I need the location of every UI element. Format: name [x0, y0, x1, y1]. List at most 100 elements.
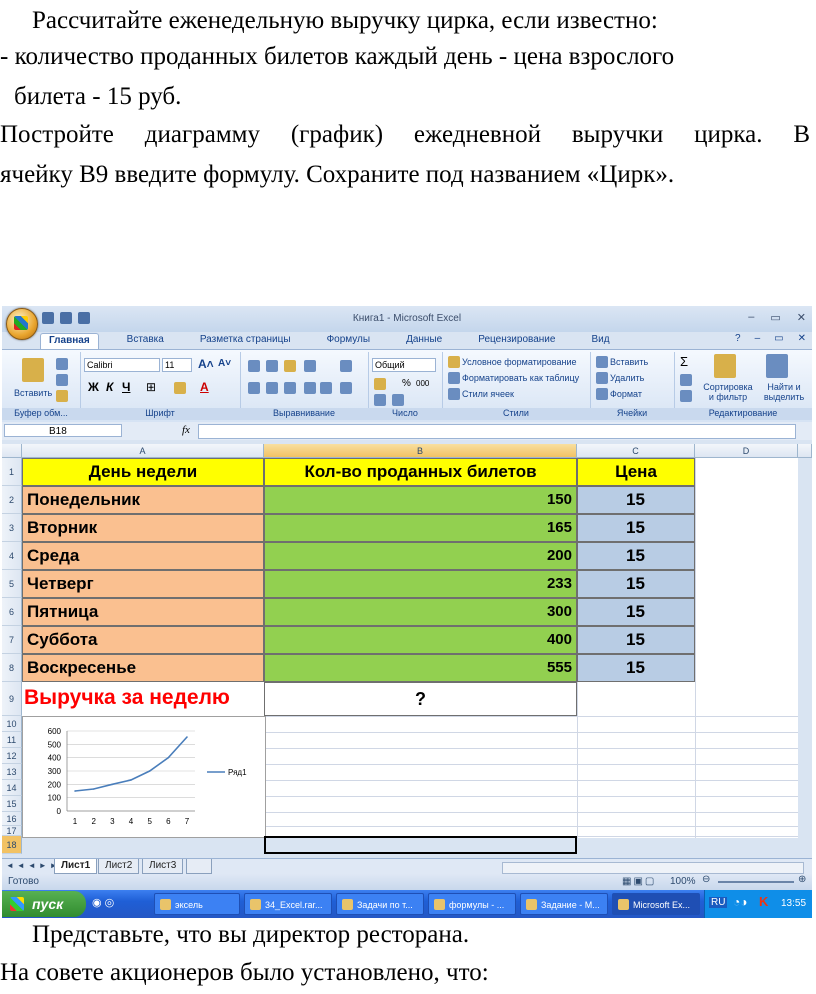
cell-day[interactable]: Вторник — [22, 514, 264, 542]
minimize-icon[interactable]: – — [748, 311, 754, 324]
fill-icon[interactable] — [680, 374, 692, 386]
row-header-15[interactable]: 15 — [2, 796, 22, 812]
vscroll-top[interactable] — [798, 444, 812, 458]
font-color-icon[interactable]: A — [200, 380, 209, 394]
conditional-formatting-button[interactable]: Условное форматирование — [462, 357, 577, 367]
row-header-3[interactable]: 3 — [2, 514, 22, 542]
tab-page-layout[interactable]: Разметка страницы — [192, 333, 299, 349]
sheet-tab-3[interactable]: Лист3 — [142, 859, 184, 874]
insert-sheet-icon[interactable] — [186, 859, 212, 874]
cell-price[interactable]: 15 — [577, 514, 695, 542]
sort-filter-button[interactable]: Сортировка и фильтр — [700, 382, 756, 402]
taskbar-item-excel-folder[interactable]: эксель — [154, 893, 240, 915]
row-header-13[interactable]: 13 — [2, 764, 22, 780]
maximize-icon[interactable]: ▭ — [770, 311, 780, 324]
name-box[interactable]: B18 — [4, 424, 122, 437]
quick-launch-icons[interactable]: ◉ ◎ — [92, 896, 114, 909]
wb-restore-icon[interactable]: ▭ — [774, 333, 783, 344]
language-indicator[interactable]: RU — [709, 897, 728, 908]
format-painter-icon[interactable] — [56, 390, 68, 402]
cell-day[interactable]: Суббота — [22, 626, 264, 654]
tab-insert[interactable]: Вставка — [119, 333, 172, 349]
row-header-2[interactable]: 2 — [2, 486, 22, 514]
italic-button[interactable]: К — [106, 380, 113, 394]
row-header-16[interactable]: 16 — [2, 812, 22, 826]
find-select-button[interactable]: Найти и выделить — [758, 382, 810, 402]
align-top-icon[interactable] — [248, 360, 260, 372]
increase-decimal-icon[interactable] — [374, 394, 386, 406]
clear-icon[interactable] — [680, 390, 692, 402]
help-icon[interactable]: ? — [735, 333, 741, 344]
thousands-button[interactable]: 000 — [416, 379, 429, 388]
cell-price[interactable]: 15 — [577, 542, 695, 570]
wrap-text-icon[interactable] — [340, 360, 352, 372]
copy-icon[interactable] — [56, 374, 68, 386]
cell-price[interactable]: 15 — [577, 626, 695, 654]
cell-price[interactable]: 15 — [577, 654, 695, 682]
shrink-font-icon[interactable]: A˅ — [218, 358, 231, 369]
taskbar-item-formulas[interactable]: формулы - ... — [428, 893, 516, 915]
taskbar-item-assignment[interactable]: Задание - М... — [520, 893, 608, 915]
row-header-11[interactable]: 11 — [2, 732, 22, 748]
column-header-d[interactable]: D — [695, 444, 798, 458]
percent-button[interactable]: % — [402, 378, 411, 389]
office-button[interactable] — [6, 308, 38, 340]
zoom-slider[interactable] — [718, 881, 794, 883]
paste-icon[interactable] — [22, 358, 44, 382]
cell-price[interactable]: 15 — [577, 570, 695, 598]
cell-day[interactable]: Среда — [22, 542, 264, 570]
cell-tickets[interactable]: 555 — [264, 654, 577, 682]
selected-cell-b18[interactable] — [264, 836, 577, 854]
tab-view[interactable]: Вид — [583, 333, 617, 349]
tab-data[interactable]: Данные — [398, 333, 450, 349]
cell-day[interactable]: Пятница — [22, 598, 264, 626]
sheet-tab-2[interactable]: Лист2 — [98, 859, 140, 874]
revenue-value-cell[interactable]: ? — [264, 682, 577, 716]
view-buttons-icon[interactable]: ▦▣▢ — [622, 876, 656, 887]
antivirus-icon[interactable]: K — [759, 894, 768, 909]
select-all-corner[interactable] — [2, 444, 22, 458]
header-day[interactable]: День недели — [22, 458, 264, 486]
tray-icons[interactable]: ◔◑ — [733, 895, 748, 909]
cell-price[interactable]: 15 — [577, 486, 695, 514]
cell-price[interactable]: 15 — [577, 598, 695, 626]
format-as-table-button[interactable]: Форматировать как таблицу — [462, 373, 579, 383]
grow-font-icon[interactable]: A˄ — [198, 357, 214, 371]
cell-tickets[interactable]: 165 — [264, 514, 577, 542]
format-cells-button[interactable]: Формат — [610, 389, 642, 399]
wb-close-icon[interactable]: ✕ — [798, 333, 806, 344]
row-header-17[interactable]: 17 — [2, 826, 22, 836]
save-icon[interactable] — [42, 312, 54, 324]
align-left-icon[interactable] — [248, 382, 260, 394]
align-middle-icon[interactable] — [266, 360, 278, 372]
orientation-icon[interactable] — [304, 360, 316, 372]
align-right-icon[interactable] — [284, 382, 296, 394]
horizontal-scrollbar[interactable] — [502, 862, 804, 874]
row-header-9[interactable]: 9 — [2, 682, 22, 716]
revenue-label[interactable]: Выручка за неделю — [22, 682, 264, 716]
formula-input[interactable] — [198, 424, 796, 439]
wb-minimize-icon[interactable]: – — [755, 333, 761, 344]
borders-icon[interactable]: ⊞ — [146, 380, 156, 394]
zoom-in-icon[interactable]: ⊕ — [798, 874, 806, 885]
sheet-tab-1[interactable]: Лист1 — [54, 859, 98, 874]
row-header-14[interactable]: 14 — [2, 780, 22, 796]
row-header-12[interactable]: 12 — [2, 748, 22, 764]
close-icon[interactable]: ✕ — [797, 311, 806, 324]
start-button[interactable]: пуск — [2, 891, 86, 917]
line-chart[interactable]: 0 100 200 300 400 500 600 1 2 3 4 5 6 7 Ряд1 — [22, 716, 266, 838]
row-header-4[interactable]: 4 — [2, 542, 22, 570]
taskbar-item-rar[interactable]: 34_Excel.rar... — [244, 893, 332, 915]
fill-color-icon[interactable] — [174, 382, 186, 394]
delete-cells-button[interactable]: Удалить — [610, 373, 644, 383]
align-bottom-icon[interactable] — [284, 360, 296, 372]
font-name-select[interactable]: Calibri — [84, 358, 160, 372]
taskbar-item-microsoft-excel[interactable]: Microsoft Ex... — [612, 893, 700, 915]
paste-button[interactable]: Вставить — [14, 388, 52, 398]
column-header-a[interactable]: A — [22, 444, 264, 458]
number-format-select[interactable]: Общий — [372, 358, 436, 372]
underline-button[interactable]: Ч — [122, 380, 130, 394]
currency-icon[interactable] — [374, 378, 386, 390]
fx-button[interactable]: fx — [182, 424, 190, 436]
cell-tickets[interactable]: 400 — [264, 626, 577, 654]
